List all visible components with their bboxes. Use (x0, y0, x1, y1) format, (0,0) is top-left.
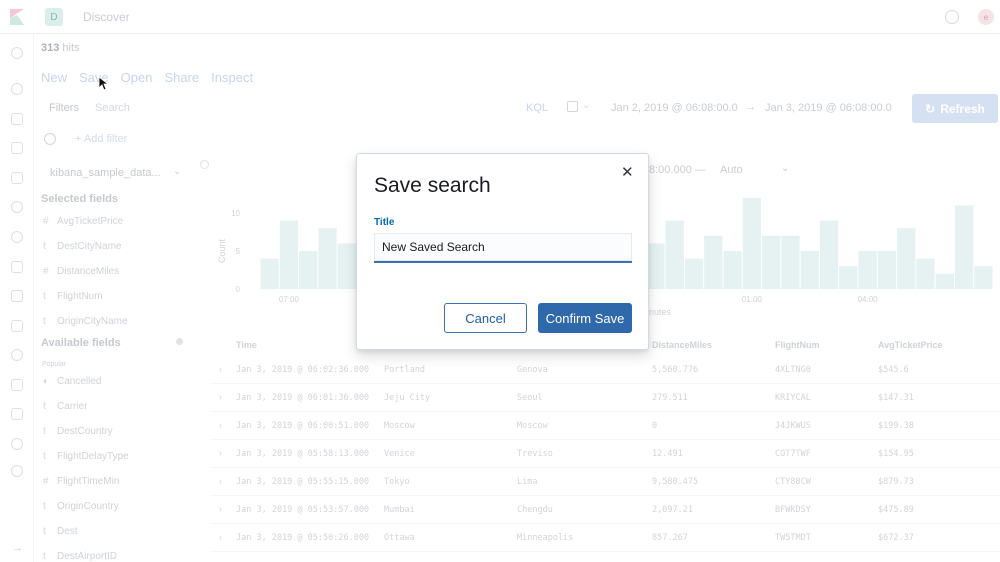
title-input[interactable] (374, 233, 632, 263)
title-field-label: Title (374, 217, 395, 228)
cancel-button[interactable]: Cancel (444, 303, 527, 333)
confirm-save-button[interactable]: Confirm Save (538, 303, 632, 333)
close-icon[interactable]: ✕ (621, 165, 634, 180)
modal-title: Save search (374, 174, 491, 197)
save-search-modal: ✕ Save search Title Cancel Confirm Save (356, 153, 649, 350)
